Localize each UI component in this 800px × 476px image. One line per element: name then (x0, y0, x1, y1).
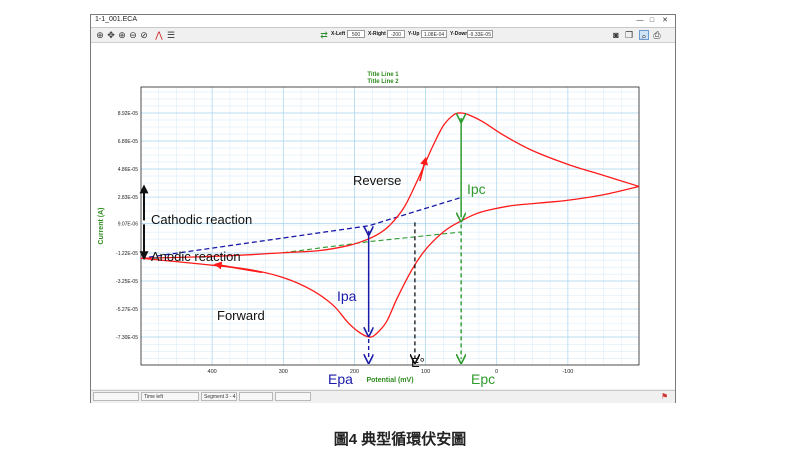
ydown-input[interactable]: -9.33E-05 (467, 30, 493, 38)
ipa-label: Ipa (337, 288, 357, 304)
forward-direction-arrow (213, 261, 263, 274)
ipc-label: Ipc (467, 181, 486, 197)
move-icon[interactable]: ✥ (106, 30, 116, 40)
e0-label: E° (411, 355, 425, 370)
xleft-input[interactable]: 500 (347, 30, 365, 38)
zoom-area-icon[interactable]: ⊕ (117, 30, 127, 40)
minimize-button[interactable]: — (635, 16, 645, 25)
y-tick-label: -5.27E-05 (116, 307, 138, 313)
title-bar: 1-1_001.ECA — □ ✕ (91, 15, 675, 28)
plot-panel: Title Line 1 Title Line 2 400 300 200 100 0-… (91, 43, 675, 389)
cathodic-reaction-label: Cathodic reaction (151, 212, 252, 227)
figure-caption: 圖4 典型循環伏安圖 (333, 431, 467, 448)
chart-title: Title Line 1 (367, 72, 399, 78)
x-axis-title: Potential (mV) (366, 377, 413, 384)
zoom-in-icon[interactable]: ⊕ (95, 30, 105, 40)
y-tick-label: -1.22E-05 (116, 251, 138, 257)
y-tick-label: 4.86E-05 (118, 167, 139, 173)
status-cell (275, 392, 311, 401)
app-window: 1-1_001.ECA — □ ✕ ⊕ ✥ ⊕ ⊖ ⊘ ⋀ ☰ ⇄ X-Left… (90, 14, 676, 403)
forward-label: Forward (217, 308, 265, 323)
status-cell (239, 392, 273, 401)
close-button[interactable]: ✕ (660, 16, 670, 25)
ydown-label: Y-Down (450, 31, 469, 37)
epa-label: Epa (328, 371, 353, 387)
list-icon[interactable]: ☰ (166, 30, 176, 40)
search-icon[interactable]: ⌕ (639, 30, 649, 41)
camera-icon[interactable]: ◙ (611, 30, 621, 40)
x-tick-label: 0 (495, 369, 498, 375)
segment-label: Segment (204, 394, 225, 400)
xright-label: X-Right (368, 31, 386, 37)
yup-label: Y-Up (408, 31, 420, 37)
xleft-label: X-Left (331, 31, 346, 37)
segment-value: 3 - 4 (225, 394, 236, 400)
window-title: 1-1_001.ECA (95, 16, 138, 23)
y-axis-title: Current (A) (98, 208, 105, 245)
yup-input[interactable]: 1.08E-04 (421, 30, 447, 38)
copy-icon[interactable]: ❐ (624, 30, 634, 40)
time-left-cell: Time left (141, 392, 199, 401)
y-tick-label: -7.30E-05 (116, 335, 138, 341)
chart-subtitle: Title Line 2 (367, 79, 399, 85)
alarm-icon: ⚑ (661, 392, 669, 401)
maximize-button[interactable]: □ (647, 16, 657, 25)
status-bar: Time left Segment 3 - 4 ⚑ (91, 390, 675, 403)
segment-cell: Segment 3 - 4 (201, 392, 237, 401)
printer-icon[interactable]: ⎙ (652, 30, 662, 40)
x-tick-label: -100 (562, 369, 573, 375)
epc-label: Epc (471, 371, 495, 387)
x-tick-label: 400 (208, 369, 217, 375)
anodic-reaction-label: Anodic reaction (151, 249, 241, 264)
status-cell (93, 392, 139, 401)
xright-input[interactable]: -200 (387, 30, 405, 38)
y-tick-label: 9.07E-06 (118, 222, 139, 228)
y-tick-label: -3.25E-05 (116, 279, 138, 285)
y-tick-label: 2.83E-05 (118, 195, 139, 201)
cv-chart: Title Line 1 Title Line 2 400 300 200 100 0-… (98, 72, 640, 387)
y-tick-label: 8.92E-05 (118, 111, 139, 117)
y-tick-label: 6.89E-05 (118, 139, 139, 145)
xleft-arrow-icon: ⇄ (320, 30, 328, 40)
reverse-label: Reverse (353, 173, 401, 188)
toolbar: ⊕ ✥ ⊕ ⊖ ⊘ ⋀ ☰ ⇄ X-Left 500 X-Right -200 … (91, 28, 675, 43)
zoom-out-icon[interactable]: ⊖ (128, 30, 138, 40)
x-tick-label: 300 (279, 369, 288, 375)
peak-icon[interactable]: ⋀ (154, 30, 164, 40)
zoom-reset-icon[interactable]: ⊘ (139, 30, 149, 40)
